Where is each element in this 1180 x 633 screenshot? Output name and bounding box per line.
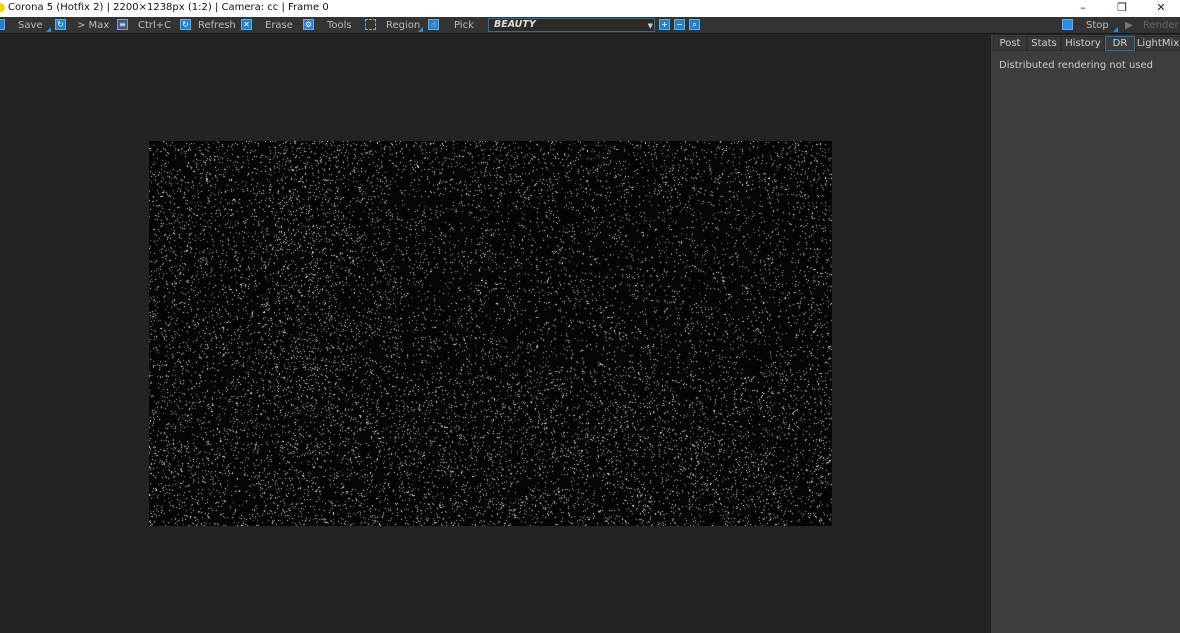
tab-post[interactable]: Post <box>993 36 1027 51</box>
zoom-in-icon[interactable]: + <box>659 19 670 30</box>
tab-stats[interactable]: Stats <box>1027 36 1061 51</box>
region-icon <box>365 19 376 30</box>
dr-status-message: Distributed rendering not used <box>999 60 1154 71</box>
save-button[interactable]: Save <box>18 18 43 33</box>
window-title: Corona 5 (Hotfix 2) | 2200×1238px (1:2) … <box>8 2 329 13</box>
render-pass-value: BEAUTY <box>494 19 536 30</box>
zoom-out-icon[interactable]: − <box>674 19 685 30</box>
close-button[interactable]: ✕ <box>1141 0 1180 17</box>
render-image[interactable] <box>149 141 832 526</box>
stop-button[interactable]: Stop <box>1086 18 1109 33</box>
tab-dr[interactable]: DR <box>1105 36 1135 51</box>
max-button[interactable]: > Max <box>77 18 109 33</box>
zoom-fit-icon[interactable]: ⌕ <box>689 19 700 30</box>
erase-icon: ✕ <box>241 19 252 30</box>
corona-app-icon <box>0 3 5 12</box>
pick-hand-icon: ☝ <box>428 19 439 30</box>
refresh-icon: ↻ <box>180 19 191 30</box>
save-icon <box>0 19 5 30</box>
pick-button[interactable]: Pick <box>454 18 474 33</box>
chevron-down-icon: ▼ <box>647 22 653 30</box>
region-dropdown-icon[interactable] <box>418 27 423 32</box>
restore-button[interactable]: ❐ <box>1102 0 1142 17</box>
refresh-button[interactable]: Refresh <box>198 18 236 33</box>
tab-lightmix[interactable]: LightMix <box>1135 36 1180 51</box>
copy-button[interactable]: Ctrl+C <box>138 18 171 33</box>
title-bar: Corona 5 (Hotfix 2) | 2200×1238px (1:2) … <box>0 0 1180 17</box>
side-panel: Post Stats History DR LightMix Distribut… <box>990 35 1180 633</box>
minimize-button[interactable]: – <box>1063 0 1103 17</box>
save-dropdown-icon[interactable] <box>46 27 51 32</box>
tools-button[interactable]: Tools <box>327 18 352 33</box>
render-button[interactable]: Render <box>1143 18 1179 33</box>
gear-icon: ⚙ <box>303 19 314 30</box>
render-pass-select[interactable]: BEAUTY ▼ <box>488 18 655 32</box>
stop-dropdown-icon[interactable] <box>1113 27 1118 32</box>
copy-icon: ≡ <box>117 19 128 30</box>
region-button[interactable]: Region <box>386 18 420 33</box>
erase-button[interactable]: Erase <box>265 18 293 33</box>
stop-icon <box>1062 19 1073 30</box>
play-icon: ▶ <box>1125 20 1133 31</box>
max-icon: ↻ <box>55 19 66 30</box>
tab-history[interactable]: History <box>1061 36 1105 51</box>
